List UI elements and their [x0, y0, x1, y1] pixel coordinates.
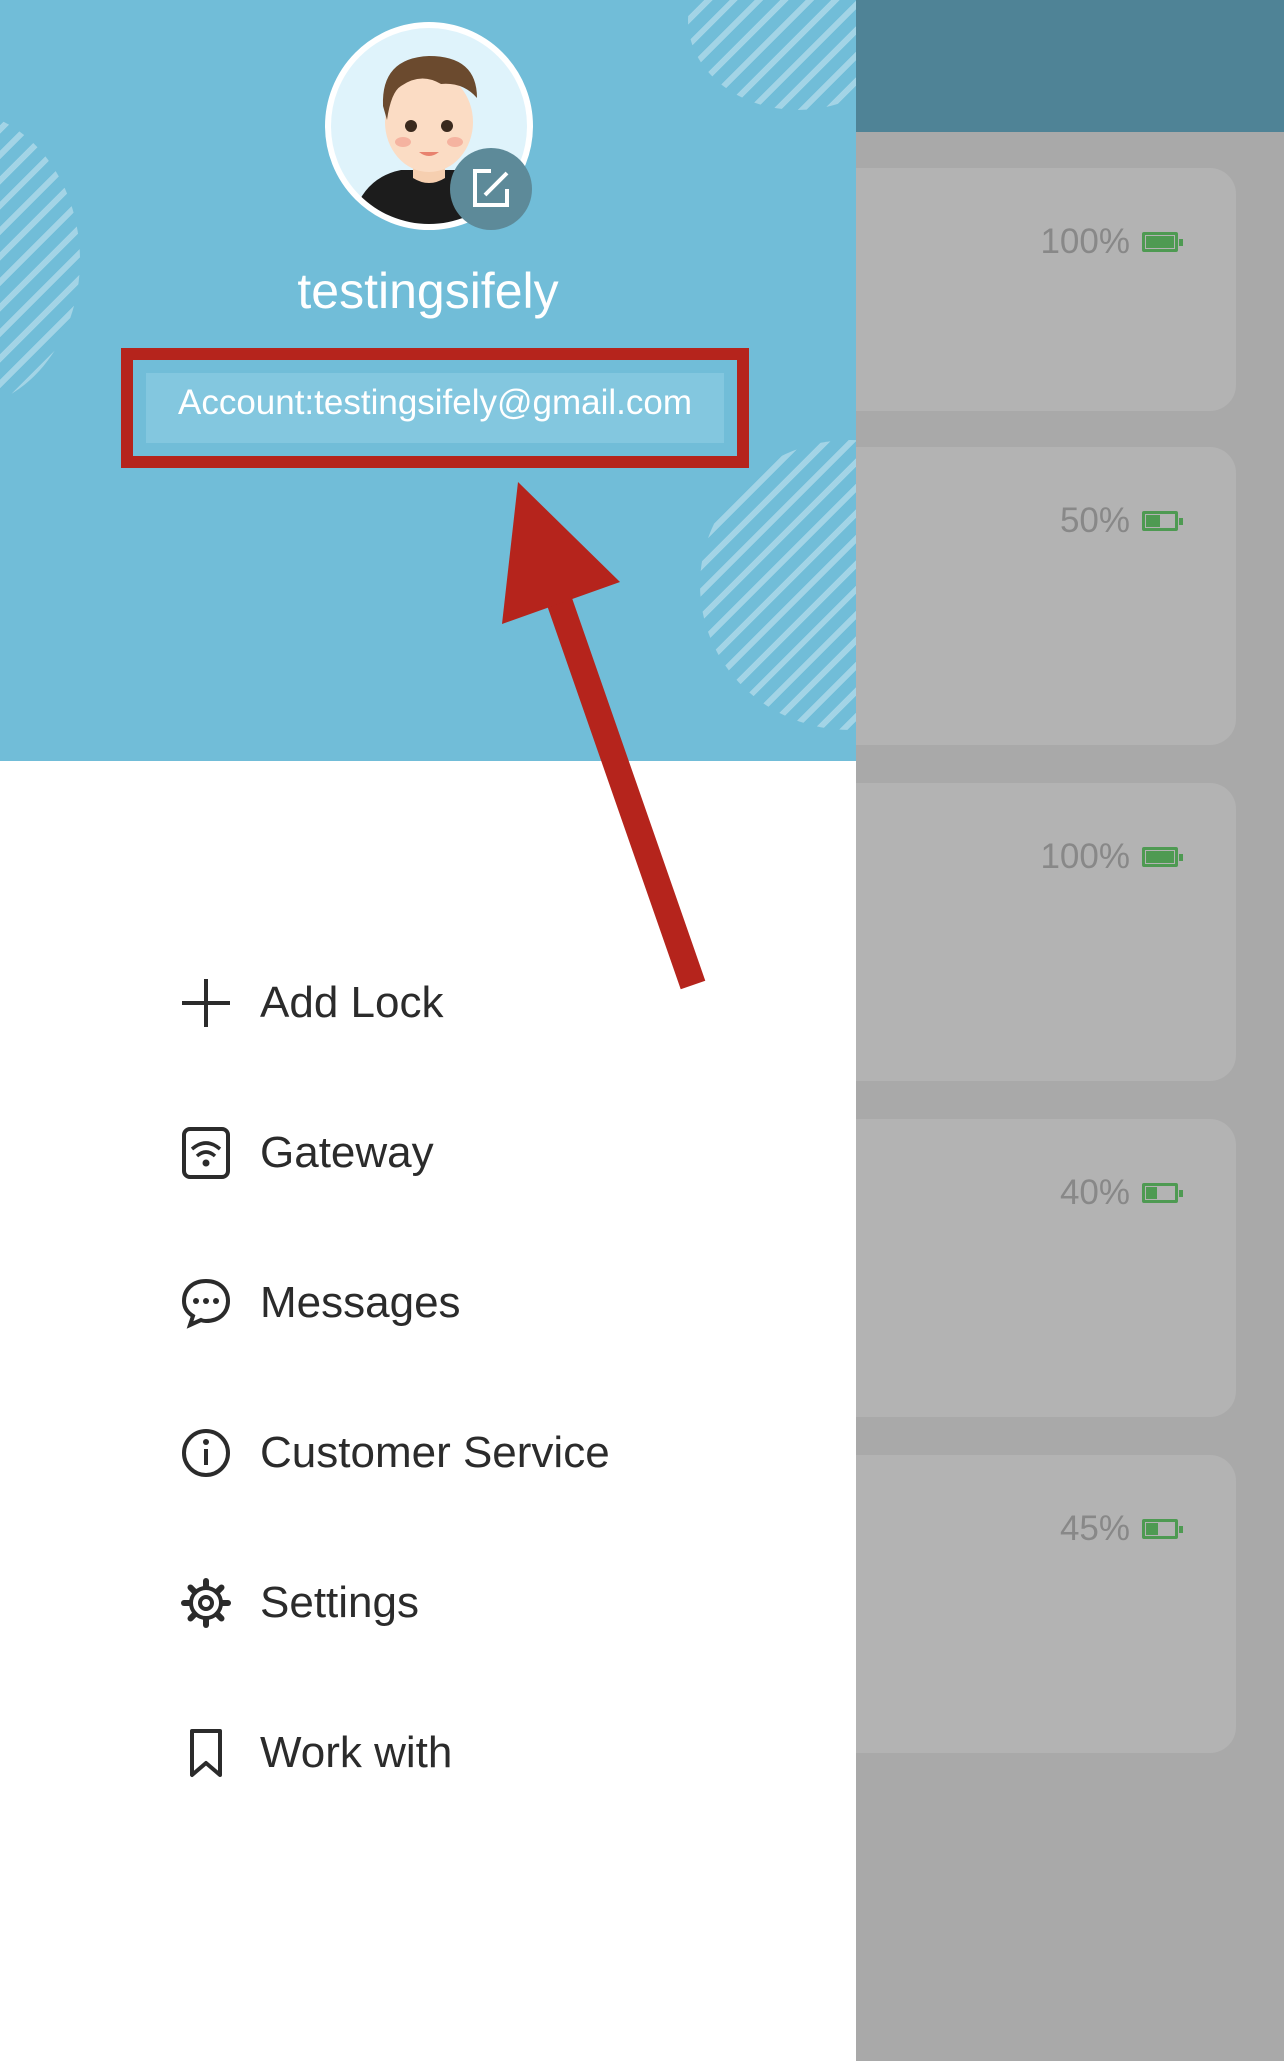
- username: testingsifely: [297, 263, 559, 319]
- battery-indicator: 45%: [1059, 1509, 1183, 1549]
- menu-item-messages[interactable]: Messages: [176, 1263, 816, 1343]
- lock-card[interactable]: 50%: [790, 447, 1236, 745]
- battery-icon: [1142, 1183, 1183, 1203]
- decorative-circle: [688, 0, 856, 110]
- lock-card[interactable]: 45%: [790, 1455, 1236, 1753]
- battery-icon: [1142, 847, 1183, 867]
- battery-percent: 50%: [1059, 501, 1130, 540]
- menu-label: Gateway: [260, 1128, 434, 1177]
- info-icon: [176, 1423, 236, 1483]
- menu-item-customer-service[interactable]: Customer Service: [176, 1413, 816, 1493]
- lock-card[interactable]: 100%: [790, 168, 1236, 411]
- profile-header: testingsifely Account:testingsifely@gmai…: [0, 0, 856, 761]
- battery-percent: 40%: [1059, 1173, 1130, 1212]
- menu-item-work-with[interactable]: Work with: [176, 1713, 816, 1793]
- edit-avatar-icon[interactable]: [450, 148, 532, 230]
- menu-label: Messages: [260, 1278, 461, 1327]
- menu-label: Work with: [260, 1728, 453, 1777]
- battery-icon: [1142, 232, 1183, 252]
- menu-label: Settings: [260, 1578, 419, 1627]
- battery-indicator: 100%: [1040, 222, 1183, 262]
- battery-percent: 45%: [1059, 1509, 1130, 1548]
- plus-icon: [176, 973, 236, 1033]
- menu-item-settings[interactable]: Settings: [176, 1563, 816, 1643]
- decorative-circle: [0, 110, 80, 410]
- battery-percent: 100%: [1040, 222, 1130, 261]
- menu-item-add-lock[interactable]: Add Lock: [176, 963, 816, 1043]
- battery-indicator: 100%: [1040, 837, 1183, 877]
- lock-card[interactable]: 40%: [790, 1119, 1236, 1417]
- menu-label: Add Lock: [260, 978, 444, 1027]
- lock-card[interactable]: 100%: [790, 783, 1236, 1081]
- decorative-circle: [700, 440, 856, 730]
- gateway-wifi-icon: [176, 1123, 236, 1183]
- gear-icon: [176, 1573, 236, 1633]
- battery-icon: [1142, 511, 1183, 531]
- chat-bubble-icon: [176, 1273, 236, 1333]
- battery-icon: [1142, 1519, 1183, 1539]
- battery-indicator: 40%: [1059, 1173, 1183, 1213]
- battery-indicator: 50%: [1059, 501, 1183, 541]
- battery-percent: 100%: [1040, 837, 1130, 876]
- bookmark-icon: [176, 1723, 236, 1783]
- side-drawer: testingsifely Account:testingsifely@gmai…: [0, 0, 856, 2061]
- menu-label: Customer Service: [260, 1428, 610, 1477]
- annotation-highlight-box: [121, 348, 749, 468]
- menu-item-gateway[interactable]: Gateway: [176, 1113, 816, 1193]
